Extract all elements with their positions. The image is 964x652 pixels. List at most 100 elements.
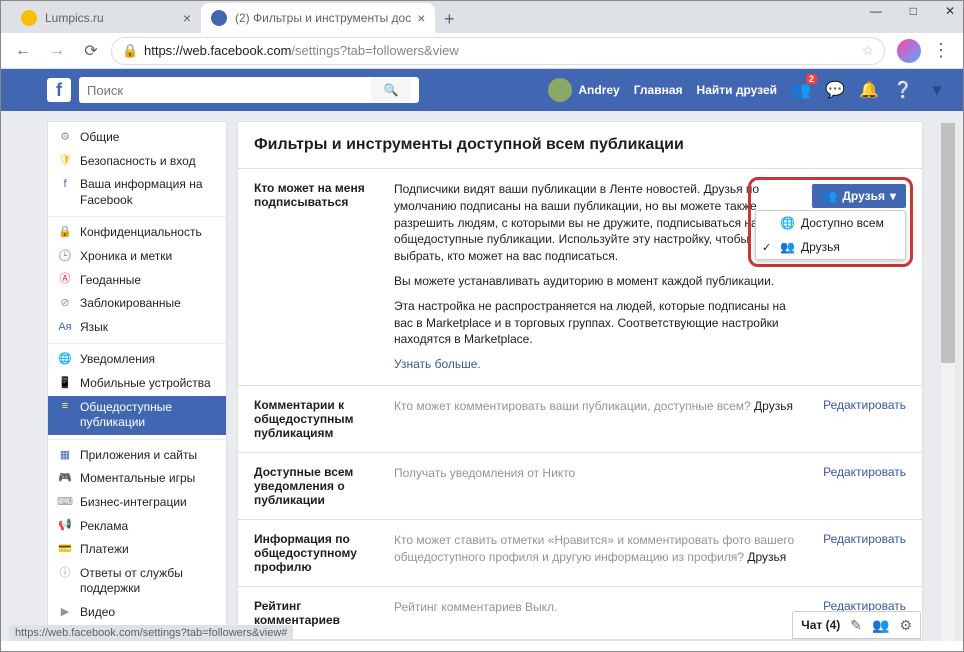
sidebar-item-label: Ваша информация на Facebook <box>80 177 218 208</box>
sidebar-item-label: Заблокированные <box>80 296 181 312</box>
sidebar-item-icon: ▶ <box>58 605 72 619</box>
sidebar-item[interactable]: ▦Приложения и сайты <box>48 444 226 468</box>
sidebar-item[interactable]: ⌨Бизнес-интеграции <box>48 491 226 515</box>
forward-button[interactable]: → <box>43 37 71 65</box>
sidebar-item-icon: ≡ <box>58 400 72 414</box>
tab-title: (2) Фильтры и инструменты дос <box>235 11 411 25</box>
sidebar-item[interactable]: Ⓐ Геоданные <box>48 269 226 293</box>
sidebar-item[interactable]: 🔒 Конфиденциальность <box>48 221 226 245</box>
browser-menu-button[interactable]: ⋮ <box>927 40 955 61</box>
help-icon[interactable]: ❔ <box>893 80 913 100</box>
back-button[interactable]: ← <box>9 37 37 65</box>
sidebar-item[interactable]: 💳Платежи <box>48 538 226 562</box>
new-tab-button[interactable]: + <box>435 5 463 33</box>
sidebar-item[interactable]: ≡ Общедоступные публикации <box>48 396 226 435</box>
row-body: Получать уведомления от Никто <box>394 465 813 507</box>
close-button[interactable]: ✕ <box>945 4 955 18</box>
sidebar-item[interactable]: 🛡 Безопасность и вход <box>48 150 226 174</box>
messages-icon[interactable]: 💬 <box>825 80 845 100</box>
sidebar-item[interactable]: 🎮Моментальные игры <box>48 467 226 491</box>
audience-button[interactable]: 👥 Друзья ▾ <box>812 184 906 208</box>
sidebar-item[interactable]: ⊘ Заблокированные <box>48 292 226 316</box>
address-bar-row: ← → ⟳ 🔒 https://web.facebook.com/setting… <box>1 33 963 69</box>
group-icon[interactable]: 👥 <box>872 617 889 634</box>
notifications-icon[interactable]: 🔔 <box>859 80 879 100</box>
sidebar-item-label: Безопасность и вход <box>80 154 196 170</box>
facebook-search: 🔍 <box>79 77 419 103</box>
gear-icon[interactable]: ⚙ <box>899 617 912 634</box>
address-bar[interactable]: 🔒 https://web.facebook.com/settings?tab=… <box>111 37 885 65</box>
close-tab-icon[interactable]: × <box>183 10 191 26</box>
dropdown-caret-icon[interactable]: ▾ <box>927 80 947 100</box>
sidebar-item[interactable]: 📢Реклама <box>48 515 226 539</box>
learn-more-link[interactable]: Узнать больше. <box>394 357 481 371</box>
user-name: Andrey <box>578 83 619 97</box>
row-body: Кто может комментировать ваши публикации… <box>394 398 813 440</box>
sidebar-item-label: Конфиденциальность <box>80 225 202 241</box>
close-tab-icon[interactable]: × <box>417 10 425 26</box>
sidebar-item[interactable]: fВаша информация на Facebook <box>48 173 226 212</box>
facebook-logo[interactable]: f <box>47 78 71 102</box>
sidebar-item-label: Уведомления <box>80 352 155 368</box>
favicon <box>211 10 227 26</box>
lock-icon: 🔒 <box>122 43 136 59</box>
option-label: Доступно всем <box>801 216 884 230</box>
nav-find-friends[interactable]: Найти друзей <box>697 83 777 97</box>
compose-icon[interactable]: ✎ <box>850 617 862 634</box>
bookmark-star-icon[interactable]: ☆ <box>861 42 874 59</box>
friend-requests-icon[interactable]: 👥2 <box>791 80 811 100</box>
scrollbar-thumb[interactable] <box>941 123 955 363</box>
tab-facebook[interactable]: (2) Фильтры и инструменты дос × <box>201 3 435 33</box>
status-bar: https://web.facebook.com/settings?tab=fo… <box>9 625 293 641</box>
sidebar-item-label: Хроника и метки <box>80 249 172 265</box>
search-input[interactable] <box>87 83 365 98</box>
sidebar-item-label: Общедоступные публикации <box>80 400 218 431</box>
sidebar-item-icon: 💳 <box>58 542 72 556</box>
sidebar-item[interactable]: ⓘОтветы от службы поддержки <box>48 562 226 601</box>
settings-row: Доступные всем уведомления о публикацииП… <box>238 453 922 520</box>
settings-row: Информация по общедоступному профилюКто … <box>238 520 922 587</box>
tab-lumpics[interactable]: Lumpics.ru × <box>11 3 201 33</box>
sidebar-item[interactable]: ⚙Общие <box>48 126 226 150</box>
sidebar-item-icon: 🕒 <box>58 249 72 263</box>
row-label: Доступные всем уведомления о публикации <box>254 465 384 507</box>
sidebar-item[interactable]: 📱Мобильные устройства <box>48 372 226 396</box>
reload-button[interactable]: ⟳ <box>77 37 105 65</box>
row-body: Рейтинг комментариев Выкл. <box>394 599 813 627</box>
friends-icon: 👥 <box>822 189 837 203</box>
audience-button-label: Друзья <box>842 189 885 203</box>
option-friends[interactable]: ✓ 👥 Друзья <box>756 235 905 259</box>
sidebar-item-label: Геоданные <box>80 273 141 289</box>
nav-home[interactable]: Главная <box>634 83 683 97</box>
audience-dropdown: 🌐 Доступно всем ✓ 👥 Друзья <box>755 210 906 260</box>
facebook-header: f 🔍 Andrey Главная Найти друзей 👥2 💬 🔔 ❔… <box>1 69 963 111</box>
sidebar-item[interactable]: ▶Видео <box>48 601 226 625</box>
option-public[interactable]: 🌐 Доступно всем <box>756 211 905 235</box>
sidebar-item[interactable]: АяЯзык <box>48 316 226 340</box>
friends-icon: 👥 <box>780 240 795 254</box>
scrollbar[interactable] <box>941 123 955 641</box>
sidebar-item-icon: 🔒 <box>58 225 72 239</box>
row-label: Комментарии к общедоступным публикациям <box>254 398 384 440</box>
sidebar-item-icon: ⊘ <box>58 296 72 310</box>
sidebar-item-icon: Ⓐ <box>58 273 72 287</box>
edit-link[interactable]: Редактировать <box>823 465 906 507</box>
edit-link[interactable]: Редактировать <box>823 532 906 574</box>
edit-link[interactable]: Редактировать <box>823 398 906 440</box>
sidebar-item-icon: 🛡 <box>58 154 72 168</box>
tab-title: Lumpics.ru <box>45 11 177 25</box>
maximize-button[interactable]: □ <box>910 4 917 18</box>
globe-icon: 🌐 <box>780 216 795 230</box>
minimize-button[interactable]: — <box>870 4 882 18</box>
chat-bar[interactable]: Чат (4) ✎ 👥 ⚙ <box>792 611 921 639</box>
sidebar-item[interactable]: 🕒 Хроника и метки <box>48 245 226 269</box>
sidebar-item-label: Реклама <box>80 519 128 535</box>
window-controls: — □ ✕ <box>870 4 955 18</box>
section-text: Вы можете устанавливать аудиторию в моме… <box>394 273 796 290</box>
sidebar-item[interactable]: 🌐Уведомления <box>48 348 226 372</box>
check-icon: ✓ <box>762 241 771 254</box>
search-button[interactable]: 🔍 <box>371 78 411 102</box>
sidebar-item-icon: ⚙ <box>58 130 72 144</box>
nav-user[interactable]: Andrey <box>548 78 619 102</box>
profile-avatar[interactable] <box>897 39 921 63</box>
